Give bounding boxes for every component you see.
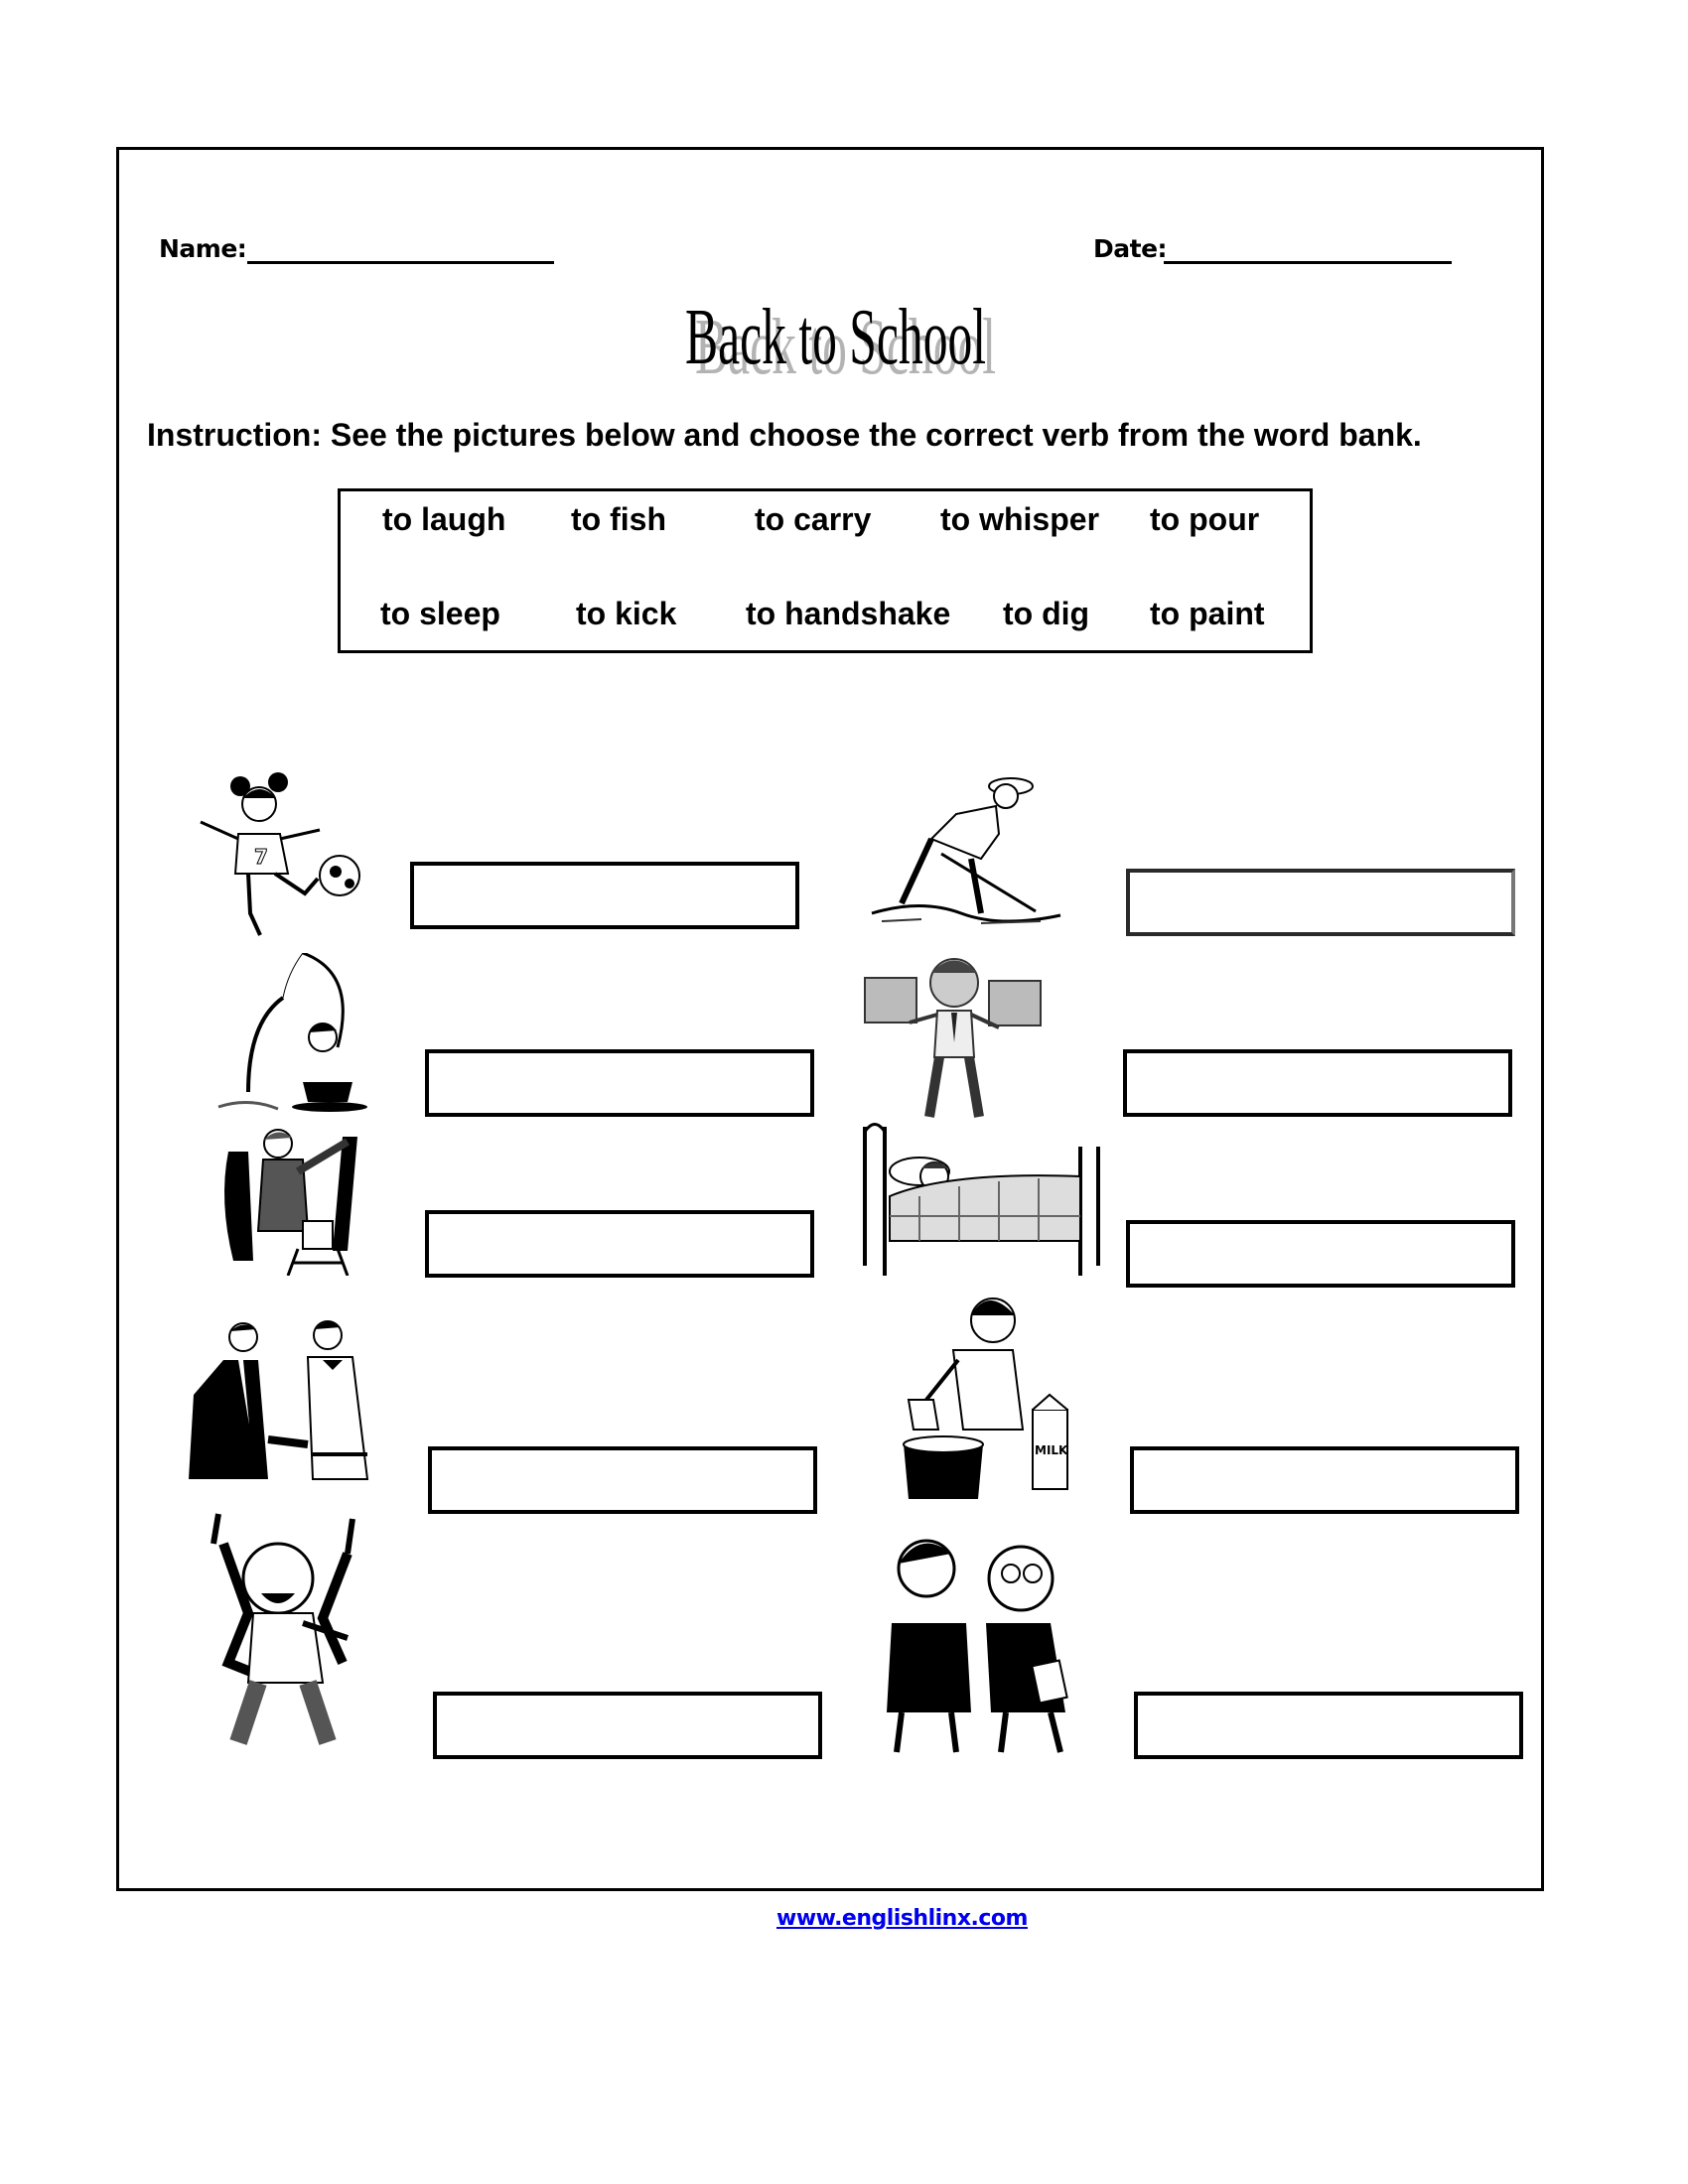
- title-text: Back to School: [685, 294, 987, 381]
- page-title: Back to School Back to School: [685, 298, 1003, 387]
- answer-box-fish[interactable]: [425, 1049, 814, 1117]
- answer-box-laugh[interactable]: [433, 1692, 822, 1759]
- answer-box-handshake[interactable]: [428, 1446, 817, 1514]
- word-bank-item: to laugh: [382, 501, 506, 537]
- word-bank-item: to sleep: [380, 596, 500, 631]
- name-field[interactable]: [247, 261, 554, 264]
- word-bank-item: to dig: [1003, 596, 1090, 631]
- instruction-text: Instruction: See the pictures below and …: [147, 417, 1422, 453]
- date-field[interactable]: [1164, 261, 1452, 264]
- date-label: Date:: [1093, 234, 1168, 263]
- englishlinx-link[interactable]: www.englishlinx.com: [776, 1906, 1028, 1931]
- person-sleeping-icon: [863, 1123, 1100, 1276]
- answer-box-paint[interactable]: [425, 1210, 814, 1278]
- answer-box-whisper[interactable]: [1134, 1692, 1523, 1759]
- milk-carton-label: MILK: [1035, 1443, 1068, 1457]
- men-shaking-hands-icon: [189, 1320, 369, 1480]
- word-bank: to laugh to fish to carry to whisper to …: [338, 488, 1313, 653]
- word-bank-item: to paint: [1150, 596, 1265, 631]
- man-painting-icon: [224, 1129, 357, 1276]
- answer-box-pour[interactable]: [1130, 1446, 1519, 1514]
- boy-pouring-milk-icon: MILK: [903, 1297, 1068, 1499]
- man-carrying-boxes-icon: [864, 958, 1042, 1118]
- word-bank-item: to handshake: [746, 596, 951, 631]
- word-bank-item: to fish: [571, 501, 666, 537]
- answer-box-sleep[interactable]: [1126, 1220, 1515, 1288]
- word-bank-item: to whisper: [940, 501, 1100, 537]
- man-laughing-icon: [211, 1513, 355, 1745]
- girl-kicking-ball-icon: 7: [200, 772, 360, 936]
- answer-box-carry[interactable]: [1123, 1049, 1512, 1117]
- svg-text:7: 7: [254, 845, 268, 869]
- answer-box-kick[interactable]: [410, 862, 799, 929]
- answer-box-dig[interactable]: [1126, 869, 1515, 936]
- boy-fishing-icon: [217, 953, 367, 1112]
- men-whispering-icon: [887, 1539, 1068, 1753]
- name-label: Name:: [159, 234, 247, 263]
- word-bank-item: to kick: [576, 596, 677, 631]
- word-bank-item: to carry: [755, 501, 872, 537]
- word-bank-item: to pour: [1150, 501, 1260, 537]
- man-digging-icon: [871, 777, 1061, 924]
